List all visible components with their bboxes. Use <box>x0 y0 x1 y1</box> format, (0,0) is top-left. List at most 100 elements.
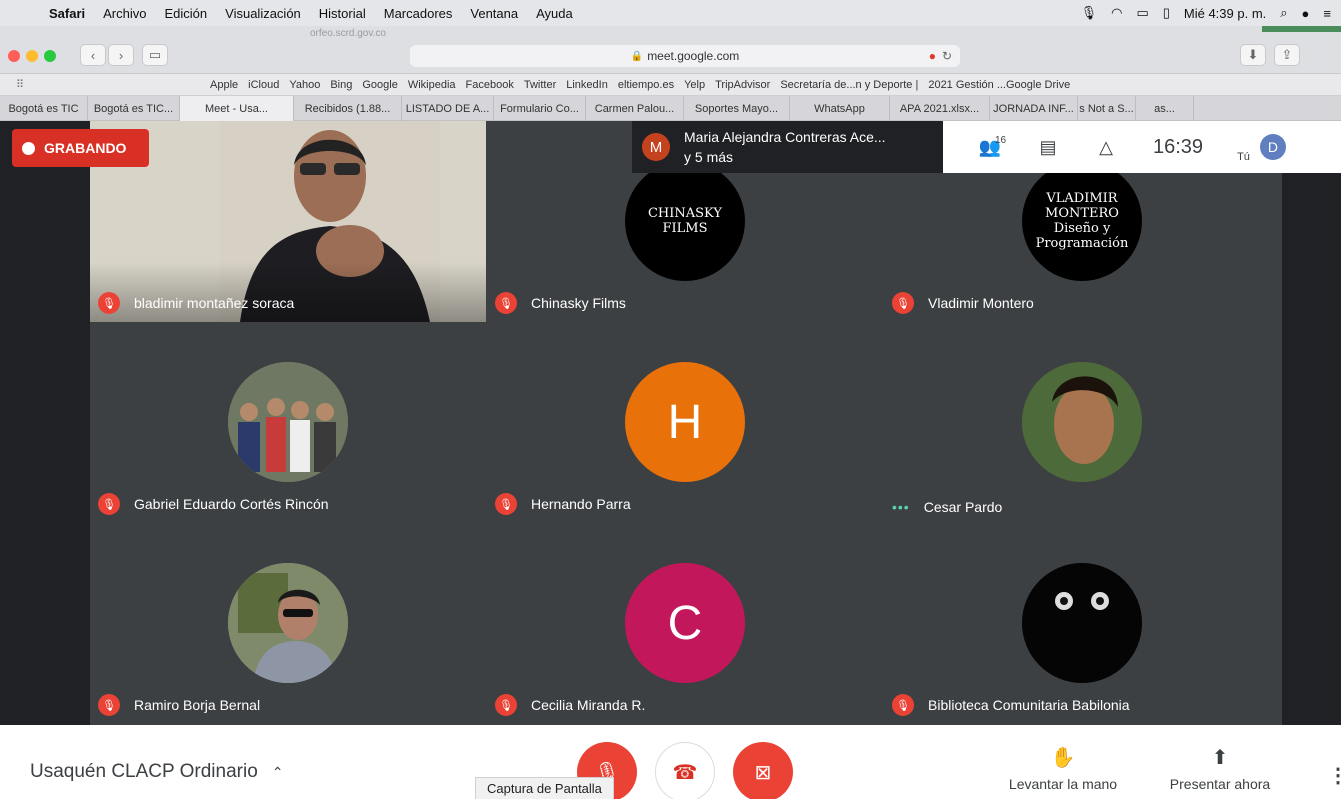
spotlight-search-icon[interactable]: ⌕ <box>1280 5 1287 21</box>
participant-tile[interactable]: 🎙 Gabriel Eduardo Cortés Rincón <box>90 322 486 523</box>
favorite-link[interactable]: Yelp <box>679 79 710 91</box>
meeting-details-button[interactable]: Usaquén CLACP Ordinario ⌃ <box>30 761 284 783</box>
show-all-tabs-icon[interactable]: ⠿ <box>0 78 40 91</box>
window-controls <box>8 50 56 62</box>
meeting-clock: 16:39 <box>1153 135 1204 158</box>
reload-icon[interactable]: ↻ <box>942 49 952 63</box>
tab-label: WhatsApp <box>814 102 865 115</box>
zoom-window-icon[interactable] <box>44 50 56 62</box>
participant-name: Cesar Pardo <box>923 499 1003 515</box>
tab-label: as... <box>1154 102 1175 115</box>
camera-off-icon: ⊠ <box>754 761 772 784</box>
browser-tab[interactable]: Bogotá es TIC... <box>88 96 180 121</box>
participant-avatar <box>1022 563 1142 683</box>
menubar-clock[interactable]: Mié 4:39 p. m. <box>1184 6 1266 21</box>
siri-icon[interactable]: ● <box>1302 6 1310 21</box>
microphone-muted-icon: 🎙 <box>98 694 120 716</box>
browser-tab[interactable]: Meet - Usa... <box>180 96 294 121</box>
activities-button[interactable]: △ <box>1077 137 1135 158</box>
presenter-others: y 5 más <box>684 149 734 165</box>
call-controls-bar: Usaquén CLACP Ordinario ⌃ 🎙 ☎ ⊠ Captura … <box>0 725 1341 799</box>
microphone-muted-icon: 🎙 <box>892 292 914 314</box>
present-now-label: Presentar ahora <box>1169 776 1271 792</box>
participant-tile[interactable]: 🎙 Biblioteca Comunitaria Babilonia <box>884 523 1280 724</box>
favorite-link[interactable]: Yahoo <box>284 79 325 91</box>
presenter-avatar: M <box>642 133 670 161</box>
browser-toolbar: orfeo.scrd.gov.co ‹ › ▭ 🔒 meet.google.co… <box>0 26 1341 74</box>
favorite-link[interactable]: 2021 Gestión ...Google Drive <box>923 79 1075 91</box>
participants-button[interactable]: 👥 16 <box>961 135 1019 158</box>
participant-name: bladimir montañez soraca <box>134 295 295 311</box>
participant-tile[interactable]: H 🎙 Hernando Parra <box>487 322 883 523</box>
menu-edicion[interactable]: Edición <box>156 6 217 21</box>
share-button[interactable]: ⇪ <box>1274 44 1300 66</box>
menu-ayuda[interactable]: Ayuda <box>527 6 582 21</box>
browser-tab[interactable]: APA 2021.xlsx... <box>890 96 990 121</box>
presenter-chip[interactable]: M Maria Alejandra Contreras Ace... y 5 m… <box>632 121 944 173</box>
camera-toggle-button[interactable]: ⊠ <box>733 742 793 799</box>
menu-marcadores[interactable]: Marcadores <box>375 6 462 21</box>
participant-tile[interactable]: 🎙 bladimir montañez soraca <box>90 121 486 322</box>
microphone-icon[interactable]: 🎙 <box>1081 5 1098 21</box>
favorite-link[interactable]: TripAdvisor <box>710 79 775 91</box>
participant-avatar: VLADIMIR MONTERO Diseño y Programación <box>1022 161 1142 281</box>
favorite-link[interactable]: eltiempo.es <box>613 79 679 91</box>
favorite-link[interactable]: Twitter <box>519 79 561 91</box>
menu-visualizacion[interactable]: Visualización <box>216 6 310 21</box>
browser-tab[interactable]: Bogotá es TIC <box>0 96 88 121</box>
browser-tab[interactable]: Formulario Co... <box>494 96 586 121</box>
favorite-link[interactable]: LinkedIn <box>561 79 613 91</box>
sidebar-toggle-button[interactable]: ▭ <box>142 44 168 66</box>
favorite-link[interactable]: Bing <box>325 79 357 91</box>
participant-tile[interactable]: ••• Cesar Pardo <box>884 322 1280 523</box>
back-button[interactable]: ‹ <box>80 44 106 66</box>
airplay-icon[interactable]: ▭ <box>1136 5 1148 21</box>
activities-icon: △ <box>1099 136 1113 157</box>
leave-call-button[interactable]: ☎ <box>655 742 715 799</box>
menu-ventana[interactable]: Ventana <box>461 6 527 21</box>
raise-hand-button[interactable]: ✋ Levantar la mano <box>1000 745 1126 792</box>
menu-archivo[interactable]: Archivo <box>94 6 155 21</box>
browser-tab[interactable]: Recibidos (1.88... <box>294 96 402 121</box>
battery-icon[interactable]: ▯ <box>1163 5 1170 21</box>
participant-tile[interactable]: C 🎙 Cecilia Miranda R. <box>487 523 883 724</box>
forward-button[interactable]: › <box>108 44 134 66</box>
favorite-link[interactable]: Secretaría de...n y Deporte | <box>775 79 923 91</box>
favorite-link[interactable]: Apple <box>205 79 243 91</box>
tab-label: JORNADA INF... <box>993 102 1074 115</box>
present-now-button[interactable]: ⬆ Presentar ahora <box>1162 745 1278 792</box>
browser-tab[interactable]: Carmen Palou... <box>586 96 684 121</box>
favorite-link[interactable]: Google <box>357 79 402 91</box>
browser-tab[interactable]: Soportes Mayo... <box>684 96 790 121</box>
recording-badge[interactable]: GRABANDO <box>12 129 149 167</box>
browser-tab[interactable]: LISTADO DE A... <box>402 96 494 121</box>
participant-name: Vladimir Montero <box>928 295 1034 311</box>
minimize-window-icon[interactable] <box>26 50 38 62</box>
tab-label: Soportes Mayo... <box>694 102 779 115</box>
participant-tile[interactable]: 🎙 Ramiro Borja Bernal <box>90 523 486 724</box>
more-options-icon[interactable]: ⋮ <box>1328 763 1341 788</box>
microphone-in-use-icon[interactable]: ● <box>929 49 936 63</box>
menu-app[interactable]: Safari <box>40 6 94 21</box>
favorite-link[interactable]: Wikipedia <box>403 79 461 91</box>
downloads-button[interactable]: ⬇ <box>1240 44 1266 66</box>
browser-tab[interactable]: WhatsApp <box>790 96 890 121</box>
wifi-icon[interactable]: ◠ <box>1111 5 1122 21</box>
participant-avatar <box>228 362 348 482</box>
address-bar[interactable]: 🔒 meet.google.com ● ↻ <box>410 45 960 67</box>
recording-dot-icon <box>22 141 35 155</box>
tab-bar: Bogotá es TIC Bogotá es TIC... Meet - Usa.… <box>0 96 1341 121</box>
favorite-link[interactable]: iCloud <box>243 79 284 91</box>
control-center-icon[interactable]: ≡ <box>1323 6 1331 21</box>
participant-name: Gabriel Eduardo Cortés Rincón <box>134 496 329 512</box>
self-avatar[interactable]: D <box>1259 134 1286 160</box>
chat-button[interactable]: ▤ <box>1019 137 1077 158</box>
close-window-icon[interactable] <box>8 50 20 62</box>
browser-tab[interactable]: JORNADA INF... <box>990 96 1078 121</box>
tab-label: APA 2021.xlsx... <box>899 102 980 115</box>
hand-icon: ✋ <box>1050 747 1076 769</box>
menu-historial[interactable]: Historial <box>310 6 375 21</box>
browser-tab[interactable]: s Not a S... <box>1078 96 1136 121</box>
browser-tab[interactable]: as... <box>1136 96 1194 121</box>
favorite-link[interactable]: Facebook <box>461 79 519 91</box>
